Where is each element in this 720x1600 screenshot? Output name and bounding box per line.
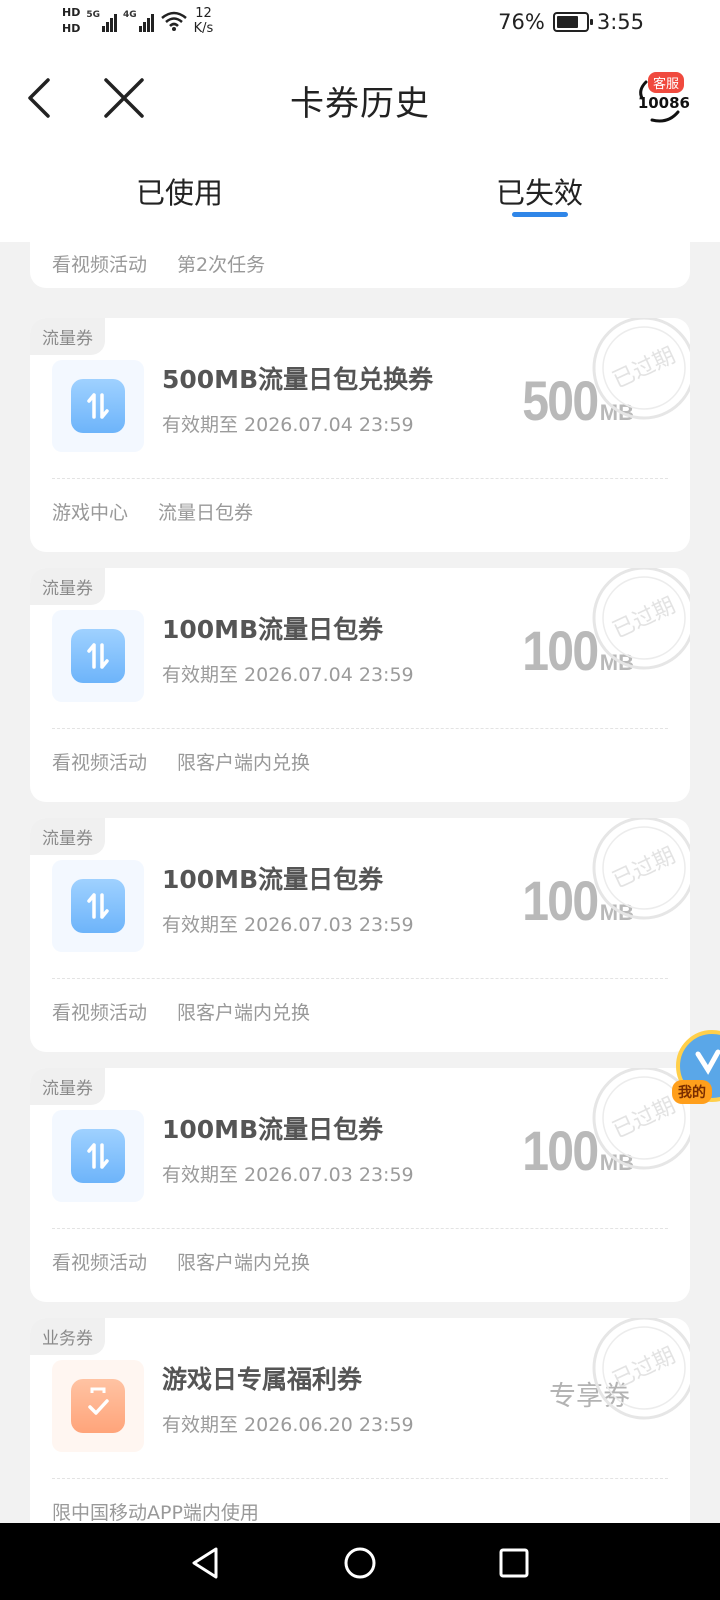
- partial-coupon-card[interactable]: 看视频活动 第2次任务: [30, 242, 690, 288]
- expired-stamp-text: 已过期: [609, 593, 679, 644]
- coupon-card[interactable]: 流量券 100MB流量日包券 有效期至 2026.07.03 23:59 100…: [30, 1068, 690, 1302]
- coupon-expiry: 有效期至 2026.07.03 23:59: [162, 914, 414, 936]
- coupon-expiry: 有效期至 2026.07.03 23:59: [162, 1164, 414, 1186]
- amount-value: 500: [522, 369, 600, 432]
- hd-label-1: HD: [62, 6, 81, 19]
- coupon-tags: 游戏中心 流量日包券: [52, 498, 668, 525]
- business-coupon-icon: [52, 1360, 144, 1452]
- coupon-type-tag: 流量券: [30, 818, 105, 855]
- data-coupon-icon: [52, 1110, 144, 1202]
- card-divider: [52, 1478, 668, 1479]
- tab-expired[interactable]: 已失效: [496, 170, 583, 212]
- coupon-title: 100MB流量日包券: [162, 1115, 384, 1144]
- nav-home-icon[interactable]: [340, 1543, 380, 1583]
- coupon-card[interactable]: 流量券 100MB流量日包券 有效期至 2026.07.03 23:59 100…: [30, 818, 690, 1052]
- wifi-icon: [160, 11, 187, 31]
- coupon-tags: 限中国移动APP端内使用: [52, 1498, 668, 1523]
- expired-stamp-text: 已过期: [609, 1343, 679, 1394]
- battery-percent: 76%: [498, 10, 545, 34]
- card-divider: [52, 1228, 668, 1229]
- coupon-list[interactable]: 看视频活动 第2次任务 流量券 500MB流量日包兑换券 有效期至 2026.0…: [0, 242, 720, 1523]
- hd-indicators: HD HD: [62, 6, 80, 36]
- transfer-arrows-icon: [87, 1143, 109, 1169]
- network-4g-label: 4G: [123, 10, 137, 20]
- clock: 3:55: [596, 10, 644, 34]
- coupon-type-tag: 业务券: [30, 1318, 105, 1355]
- transfer-arrows-icon: [87, 643, 109, 669]
- transfer-arrows-icon: [87, 393, 109, 419]
- nav-back-icon[interactable]: [186, 1543, 226, 1583]
- transfer-arrows-icon: [87, 893, 109, 919]
- signal-5g-icon: 5G: [86, 10, 117, 32]
- status-left: HD HD 5G 4G 12 K/s: [62, 6, 213, 36]
- nav-recents-icon[interactable]: [494, 1543, 534, 1583]
- expired-stamp: 已过期: [592, 818, 690, 920]
- coupon-type-tag: 流量券: [30, 1068, 105, 1105]
- expired-stamp: 已过期: [592, 1318, 690, 1420]
- status-right: 76% 3:55: [498, 10, 644, 34]
- coupon-card[interactable]: 业务券 游戏日专属福利券 有效期至 2026.06.20 23:59 专享券 已…: [30, 1318, 690, 1523]
- amount-value: 100: [522, 1119, 600, 1182]
- data-coupon-icon: [52, 360, 144, 452]
- hd-label-2: HD: [62, 22, 81, 35]
- coupon-tag: 限客户端内兑换: [177, 1252, 311, 1274]
- battery-fill: [556, 16, 578, 28]
- coupon-tag: 流量日包券: [158, 502, 254, 524]
- battery-icon: [552, 12, 593, 32]
- coupon-title: 100MB流量日包券: [162, 865, 384, 894]
- coupon-title: 500MB流量日包兑换券: [162, 365, 434, 394]
- coupon-tag: 看视频活动: [52, 1252, 148, 1274]
- coupon-type-tag: 流量券: [30, 318, 105, 355]
- expired-stamp-text: 已过期: [609, 343, 679, 394]
- signal-4g-icon: 4G: [123, 10, 154, 32]
- card-divider: [52, 978, 668, 979]
- card-divider: [52, 478, 668, 479]
- data-coupon-icon: [52, 860, 144, 952]
- speed-unit: K/s: [193, 21, 214, 36]
- coupon-tag: 限客户端内兑换: [177, 752, 311, 774]
- tab-bar: 已使用 已失效: [0, 148, 720, 242]
- page-title: 卡券历史: [290, 84, 430, 124]
- expired-stamp-text: 已过期: [609, 843, 679, 894]
- coupon-tags: 看视频活动 限客户端内兑换: [52, 998, 668, 1025]
- coupon-title: 游戏日专属福利券: [162, 1365, 363, 1394]
- coupon-expiry: 有效期至 2026.07.04 23:59: [162, 414, 414, 436]
- tab-used[interactable]: 已使用: [136, 170, 223, 212]
- network-speed: 12 K/s: [194, 6, 214, 36]
- service-number[interactable]: 10086: [638, 94, 690, 112]
- coupon-card[interactable]: 流量券 500MB流量日包兑换券 有效期至 2026.07.04 23:59 5…: [30, 318, 690, 552]
- coupon-expiry: 有效期至 2026.07.04 23:59: [162, 664, 414, 686]
- active-tab-indicator: [512, 212, 568, 217]
- coupon-expiry: 有效期至 2026.06.20 23:59: [162, 1414, 414, 1436]
- coupon-title: 100MB流量日包券: [162, 615, 384, 644]
- system-nav-bar: [0, 1523, 720, 1600]
- amount-value: 100: [522, 619, 600, 682]
- status-bar: HD HD 5G 4G 12 K/s 76% 3:55: [0, 0, 720, 48]
- coupon-tag: 游戏中心: [52, 502, 129, 524]
- card-divider: [52, 728, 668, 729]
- coupon-tag: 看视频活动: [52, 254, 148, 276]
- speed-value: 12: [195, 6, 212, 21]
- coupon-tags: 看视频活动 限客户端内兑换: [52, 748, 668, 775]
- app-header: 卡券历史 客服 10086: [0, 48, 720, 148]
- amount-value: 100: [522, 869, 600, 932]
- expired-stamp: 已过期: [592, 568, 690, 670]
- data-coupon-icon: [52, 610, 144, 702]
- coupon-tags: 看视频活动 限客户端内兑换: [52, 1248, 668, 1275]
- service-badge[interactable]: 客服: [647, 72, 684, 93]
- expired-stamp: 已过期: [592, 318, 690, 420]
- coupon-tags: 看视频活动 第2次任务: [52, 250, 668, 277]
- coupon-tag: 看视频活动: [52, 752, 148, 774]
- coupon-tag: 限客户端内兑换: [177, 1002, 311, 1024]
- coupon-card[interactable]: 流量券 100MB流量日包券 有效期至 2026.07.04 23:59 100…: [30, 568, 690, 802]
- coupon-tag: 限中国移动APP端内使用: [52, 1502, 259, 1523]
- floating-mine-label[interactable]: 我的: [672, 1080, 712, 1104]
- coupon-tag: 看视频活动: [52, 1002, 148, 1024]
- coupon-type-tag: 流量券: [30, 568, 105, 605]
- coupon-tag: 第2次任务: [177, 254, 266, 276]
- briefcase-check-icon: [88, 1387, 109, 1415]
- network-5g-label: 5G: [86, 10, 100, 20]
